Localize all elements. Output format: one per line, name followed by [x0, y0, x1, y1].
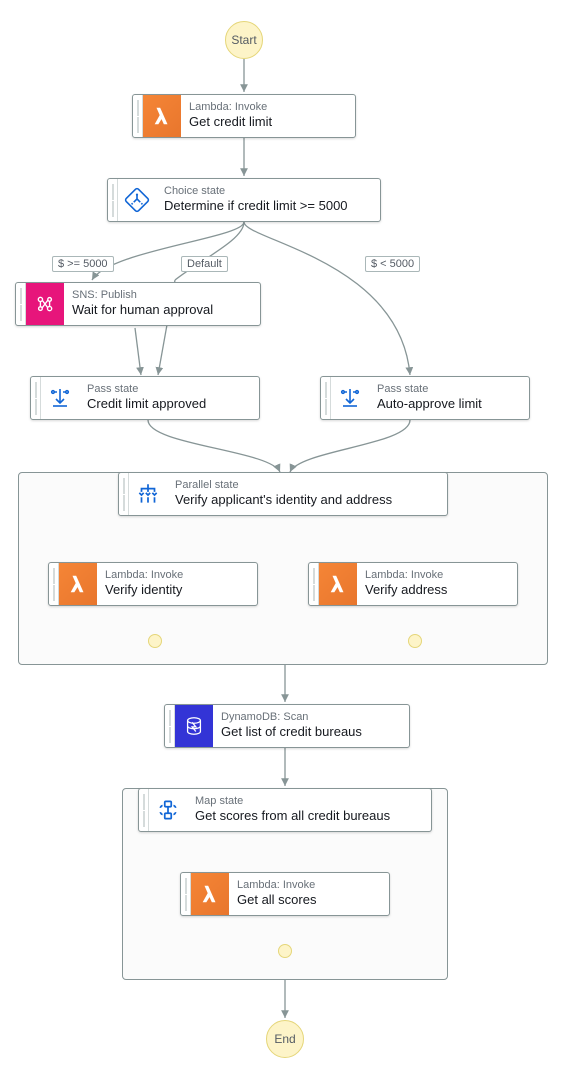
branch-end-dot: [148, 634, 162, 648]
node-pass-auto[interactable]: Pass state Auto-approve limit: [320, 376, 530, 420]
grip-icon: [119, 473, 129, 515]
node-verify-identity[interactable]: Lambda: Invoke Verify identity: [48, 562, 258, 606]
node-main-label: Get credit limit: [189, 114, 272, 131]
node-main-label: Auto-approve limit: [377, 396, 482, 413]
dynamodb-icon: [175, 705, 213, 747]
end-label: End: [274, 1032, 295, 1046]
node-main-label: Credit limit approved: [87, 396, 206, 413]
node-main-label: Determine if credit limit >= 5000: [164, 198, 348, 215]
node-main-label: Verify applicant's identity and address: [175, 492, 392, 509]
node-main-label: Get list of credit bureaus: [221, 724, 362, 741]
grip-icon: [139, 789, 149, 831]
node-type-label: Map state: [195, 795, 390, 808]
start-terminal: Start: [225, 21, 263, 59]
node-parallel[interactable]: Parallel state Verify applicant's identi…: [118, 472, 448, 516]
lambda-icon: [59, 563, 97, 605]
grip-icon: [181, 873, 191, 915]
node-sns[interactable]: SNS: Publish Wait for human approval: [15, 282, 261, 326]
node-type-label: DynamoDB: Scan: [221, 711, 362, 724]
edge-label-default: Default: [181, 256, 228, 272]
grip-icon: [16, 283, 26, 325]
end-terminal: End: [266, 1020, 304, 1058]
grip-icon: [108, 179, 118, 221]
map-icon: [149, 789, 187, 831]
node-dynamodb[interactable]: DynamoDB: Scan Get list of credit bureau…: [164, 704, 410, 748]
edge-label-ge5000: $ >= 5000: [52, 256, 114, 272]
branch-end-dot: [408, 634, 422, 648]
grip-icon: [31, 377, 41, 419]
parallel-icon: [129, 473, 167, 515]
node-main-label: Verify address: [365, 582, 447, 599]
node-verify-address[interactable]: Lambda: Invoke Verify address: [308, 562, 518, 606]
node-get-scores[interactable]: Lambda: Invoke Get all scores: [180, 872, 390, 916]
choice-icon: [118, 179, 156, 221]
node-get-credit-limit[interactable]: Lambda: Invoke Get credit limit: [132, 94, 356, 138]
node-type-label: Lambda: Invoke: [237, 879, 316, 892]
sns-icon: [26, 283, 64, 325]
node-type-label: Lambda: Invoke: [105, 569, 183, 582]
node-pass-approved[interactable]: Pass state Credit limit approved: [30, 376, 260, 420]
node-type-label: Lambda: Invoke: [189, 101, 272, 114]
node-type-label: Pass state: [87, 383, 206, 396]
edge-label-lt5000: $ < 5000: [365, 256, 420, 272]
lambda-icon: [143, 95, 181, 137]
branch-end-dot: [278, 944, 292, 958]
node-choice[interactable]: Choice state Determine if credit limit >…: [107, 178, 381, 222]
node-main-label: Get all scores: [237, 892, 316, 909]
grip-icon: [49, 563, 59, 605]
node-main-label: Get scores from all credit bureaus: [195, 808, 390, 825]
start-label: Start: [231, 33, 256, 47]
node-main-label: Wait for human approval: [72, 302, 213, 319]
grip-icon: [133, 95, 143, 137]
lambda-icon: [191, 873, 229, 915]
node-type-label: SNS: Publish: [72, 289, 213, 302]
lambda-icon: [319, 563, 357, 605]
node-type-label: Parallel state: [175, 479, 392, 492]
grip-icon: [309, 563, 319, 605]
grip-icon: [165, 705, 175, 747]
node-type-label: Pass state: [377, 383, 482, 396]
node-type-label: Choice state: [164, 185, 348, 198]
node-type-label: Lambda: Invoke: [365, 569, 447, 582]
node-main-label: Verify identity: [105, 582, 183, 599]
node-map[interactable]: Map state Get scores from all credit bur…: [138, 788, 432, 832]
grip-icon: [321, 377, 331, 419]
pass-icon: [41, 377, 79, 419]
pass-icon: [331, 377, 369, 419]
